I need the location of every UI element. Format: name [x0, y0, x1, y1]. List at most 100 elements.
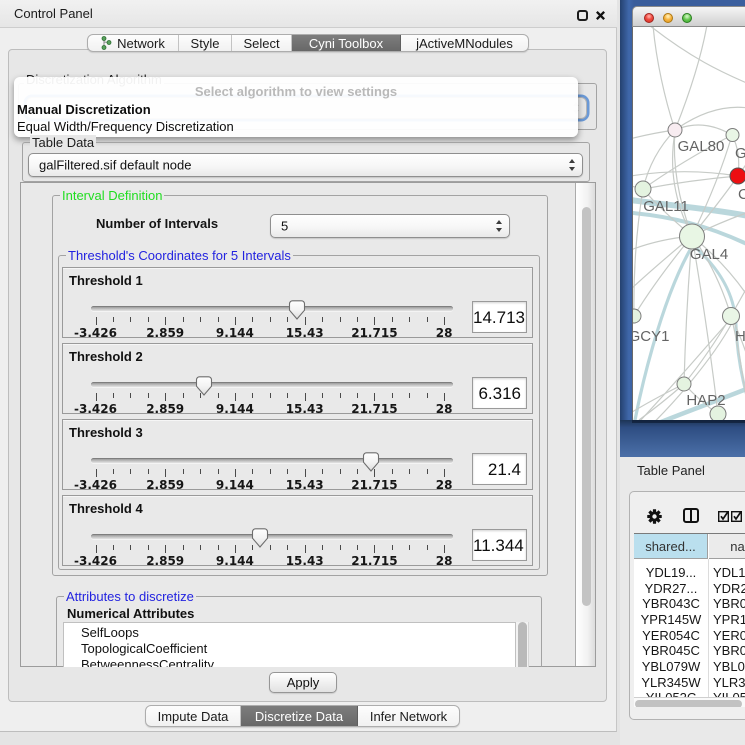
tab-network[interactable]: Network: [88, 35, 179, 51]
tab-label: Network: [117, 36, 165, 51]
network-node[interactable]: [730, 168, 745, 184]
slider-tick: [392, 545, 393, 550]
slider-tick: [444, 317, 445, 325]
popup-item-equal-width[interactable]: Equal Width/Frequency Discretization: [17, 119, 234, 134]
tab-jactivemnodules[interactable]: jActiveMNodules: [401, 35, 528, 51]
tab-cyni-toolbox[interactable]: Cyni Toolbox: [292, 35, 401, 51]
table-cell-name[interactable]: YBR045C: [713, 643, 745, 658]
table-horizontal-scrollbar[interactable]: [634, 697, 745, 707]
attributes-list-scrollbar-thumb[interactable]: [518, 622, 527, 667]
table-cell-shared-name[interactable]: YER054C: [634, 628, 708, 643]
attribute-item[interactable]: SelfLoops: [81, 625, 139, 640]
slider-tick: [340, 545, 341, 550]
table-cell-shared-name[interactable]: YBR043C: [634, 596, 708, 611]
table-cell-name[interactable]: YLR345W: [713, 675, 745, 690]
table-cell-name[interactable]: YPR145W: [713, 612, 745, 627]
table-panel-card: shared... name YDL19... YDL194W YDR27... YD…: [629, 491, 745, 720]
network-window-shadow: [632, 420, 745, 423]
slider-thumb[interactable]: [289, 300, 306, 320]
slider-track[interactable]: [91, 306, 453, 311]
attributes-group-label: Attributes to discretize: [64, 589, 196, 604]
threshold-2-box: Threshold 2-3.4262.8599.14415.4321.71528…: [62, 343, 533, 414]
split-columns-icon[interactable]: [683, 508, 699, 523]
gear-icon[interactable]: [646, 508, 663, 525]
network-edge[interactable]: [649, 27, 745, 84]
slider-tick: [357, 393, 358, 398]
table-cell-shared-name[interactable]: YDR27...: [634, 581, 708, 596]
tab-discretize-data[interactable]: Discretize Data: [241, 706, 358, 726]
table-cell-name[interactable]: YER054C: [713, 628, 745, 643]
slider-tick: [183, 545, 184, 550]
network-edge[interactable]: [643, 130, 675, 189]
network-node[interactable]: [633, 309, 641, 323]
network-edge[interactable]: [634, 189, 643, 316]
slider-tick: [96, 469, 97, 477]
zoom-traffic-light[interactable]: [682, 13, 692, 23]
network-node[interactable]: [726, 129, 739, 142]
tab-impute-data[interactable]: Impute Data: [146, 706, 241, 726]
table-cell-name[interactable]: YDR277C: [713, 581, 745, 596]
threshold-value-field[interactable]: 6.316: [472, 377, 527, 409]
table-cell-shared-name[interactable]: YDL19...: [634, 565, 708, 580]
settings-scrollbar-thumb[interactable]: [582, 207, 591, 606]
tab-label: Select: [243, 36, 279, 51]
slider-track[interactable]: [91, 458, 453, 463]
slider-tick-label: 28: [436, 326, 453, 340]
slider-tick-label: 21.715: [351, 478, 397, 492]
network-node[interactable]: [723, 308, 740, 325]
tab-style[interactable]: Style: [179, 35, 232, 51]
table-cell-name[interactable]: YBR043C: [713, 596, 745, 611]
apply-button[interactable]: Apply: [269, 672, 337, 693]
slider-thumb[interactable]: [251, 528, 268, 548]
network-edge[interactable]: [675, 125, 732, 135]
network-node[interactable]: [635, 181, 651, 197]
close-traffic-light[interactable]: [644, 13, 654, 23]
network-canvas[interactable]: GAL80GACGAL11GAL4GCY1HHAP2: [632, 27, 745, 420]
table-cell-shared-name[interactable]: YBR045C: [634, 643, 708, 658]
popup-hint-item[interactable]: Select algorithm to view settings: [14, 84, 578, 99]
column-header-name[interactable]: name: [709, 534, 745, 559]
table-cell-shared-name[interactable]: YPR145W: [634, 612, 708, 627]
attributes-list-scrollbar[interactable]: [516, 622, 529, 667]
slider-tick: [340, 469, 341, 474]
attribute-item[interactable]: BetweennessCentrality: [81, 657, 214, 667]
table-cell-name[interactable]: YDL194W: [713, 565, 745, 580]
attribute-item[interactable]: TopologicalCoefficient: [81, 641, 207, 656]
threshold-value-field[interactable]: 21.4: [472, 453, 527, 485]
slider-thumb[interactable]: [363, 452, 380, 472]
tab-select[interactable]: Select: [232, 35, 292, 51]
select-columns-icon[interactable]: [718, 511, 743, 522]
float-window-icon[interactable]: [577, 10, 588, 21]
close-icon[interactable]: [595, 10, 606, 21]
table-cell-name[interactable]: YBL079W: [713, 659, 745, 674]
threshold-value-field[interactable]: 11.344: [472, 529, 527, 561]
threshold-value-field[interactable]: 14.713: [472, 301, 527, 333]
tab-infer-network[interactable]: Infer Network: [358, 706, 459, 726]
number-of-intervals-combobox[interactable]: 5: [270, 214, 510, 238]
algorithm-dropdown-popup: Select algorithm to view settings Manual…: [14, 77, 578, 137]
table-cell-shared-name[interactable]: YBL079W: [634, 659, 708, 674]
table-cell-shared-name[interactable]: YLR345W: [634, 675, 708, 690]
network-node[interactable]: [668, 123, 682, 137]
settings-scrollbar[interactable]: [575, 183, 595, 666]
slider-tick: [409, 393, 410, 398]
slider-track[interactable]: [91, 534, 453, 539]
slider-track[interactable]: [91, 382, 453, 387]
slider-thumb[interactable]: [195, 376, 212, 396]
network-edge[interactable]: [634, 236, 692, 316]
slider-tick-label: -3.426: [74, 326, 117, 340]
table-horizontal-scrollbar-thumb[interactable]: [635, 700, 742, 707]
numerical-attributes-list[interactable]: SelfLoopsTopologicalCoefficientBetweenne…: [63, 622, 516, 667]
minimize-traffic-light[interactable]: [663, 13, 673, 23]
column-header-shared-name[interactable]: shared...: [634, 534, 708, 559]
network-node[interactable]: [677, 377, 691, 391]
table-data-combobox[interactable]: galFiltered.sif default node: [28, 153, 583, 177]
slider-tick: [200, 469, 201, 474]
slider-tick: [444, 545, 445, 553]
network-edge[interactable]: [643, 176, 738, 189]
control-panel-window: Control Panel Network Style Select Cyni Too…: [0, 0, 617, 732]
slider-tick: [165, 393, 166, 401]
popup-item-manual-discretization[interactable]: Manual Discretization: [17, 102, 151, 117]
control-panel-title: Control Panel: [14, 6, 93, 21]
slider-tick: [409, 317, 410, 322]
